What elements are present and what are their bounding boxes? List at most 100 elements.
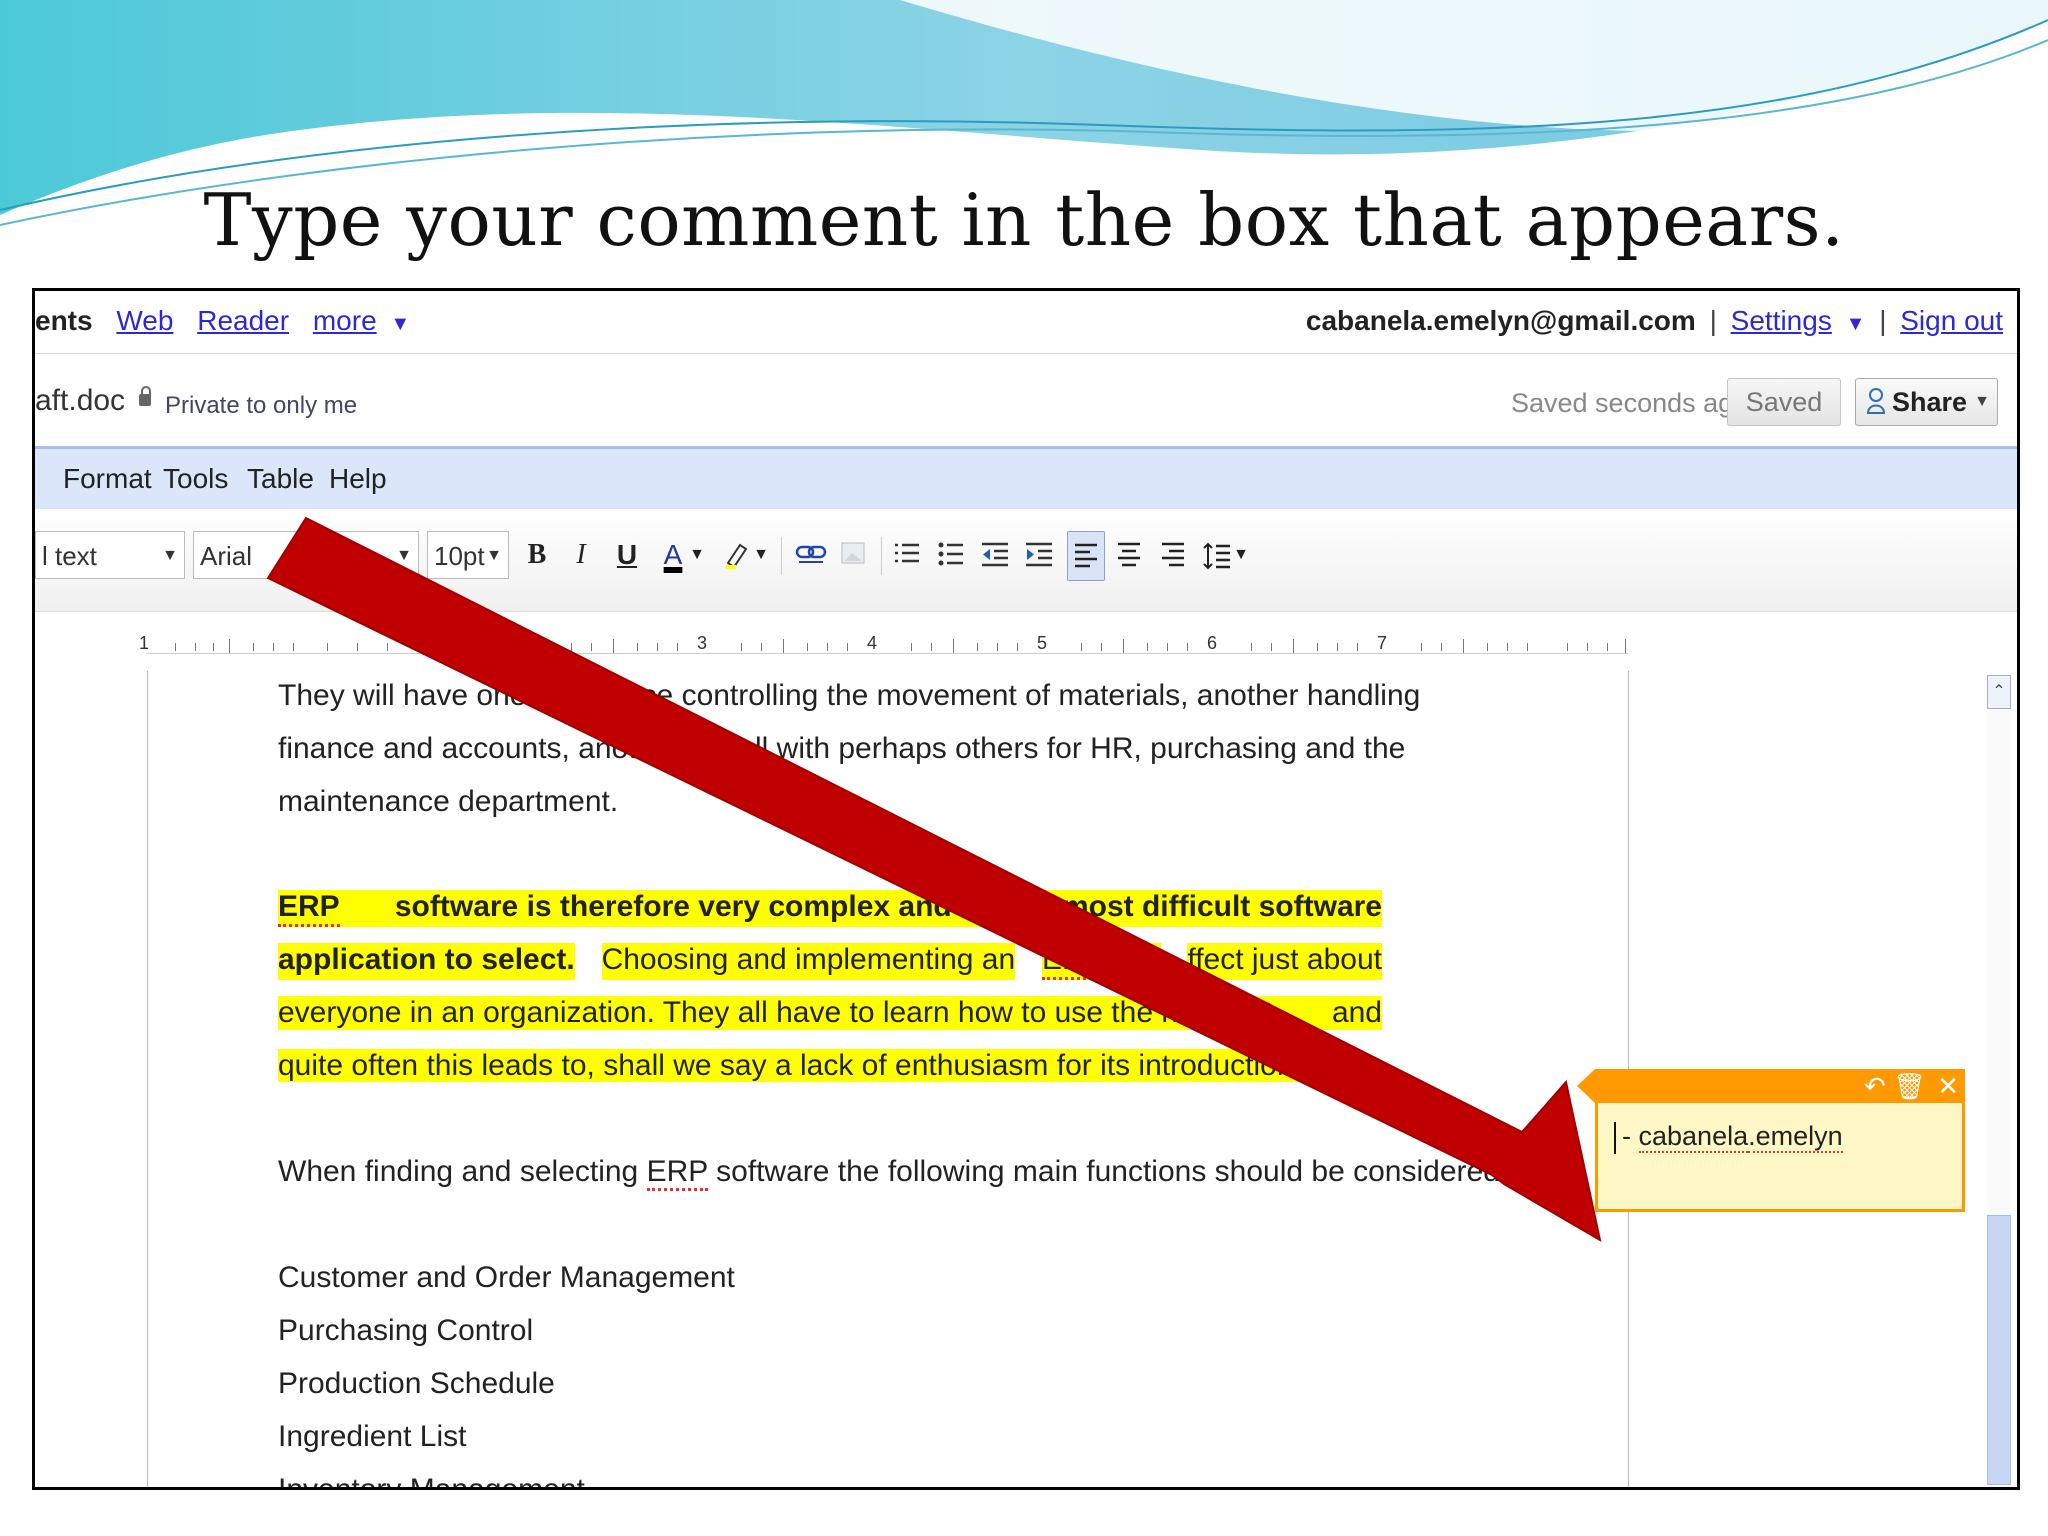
ruler-tick [175, 643, 176, 651]
chevron-down-icon[interactable]: ▼ [687, 531, 707, 579]
ruler-tick [229, 639, 230, 653]
line-spacing-icon[interactable] [1199, 531, 1235, 579]
close-icon[interactable]: ✕ [1937, 1071, 1959, 1101]
numbered-list-icon[interactable] [889, 531, 925, 579]
ruler-tick [1567, 643, 1568, 651]
ruler[interactable]: 1 2 3 4 5 6 7 [139, 633, 1629, 659]
vertical-scrollbar[interactable]: ⌃ [1987, 675, 2011, 1485]
ruler-tick [417, 643, 418, 651]
saved-button[interactable]: Saved [1727, 378, 1841, 426]
link-icon[interactable] [793, 531, 829, 579]
ruler-tick [293, 643, 294, 651]
ruler-tick [1421, 643, 1422, 651]
share-button[interactable]: Share [1855, 378, 1969, 426]
nav-link-web[interactable]: Web [116, 305, 173, 336]
share-dropdown-button[interactable]: ▼ [1967, 378, 1998, 426]
font-value: Arial [200, 541, 253, 571]
document-title-bar: aft.doc Private to only me Saved seconds… [35, 354, 2017, 449]
font-size-value: 10pt [434, 541, 485, 571]
ruler-tick [195, 643, 196, 651]
share-button-label: Share [1892, 387, 1968, 417]
ruler-tick [1271, 643, 1272, 651]
align-left-icon[interactable] [1067, 531, 1105, 581]
menu-item-format[interactable]: Format [63, 463, 152, 495]
menu-item-help[interactable]: Help [329, 463, 387, 495]
paragraph-line: They will have one warehouse controlling… [278, 679, 1420, 713]
font-size-dropdown[interactable]: 10pt ▼ [427, 531, 509, 579]
ruler-number: 4 [867, 633, 878, 653]
highlight-color-icon[interactable] [719, 531, 755, 579]
align-right-icon[interactable] [1155, 531, 1191, 579]
person-icon [1866, 388, 1886, 414]
comment-prefix: - [1622, 1121, 1639, 1151]
ruler-tick [273, 643, 274, 651]
underline-button[interactable]: U [609, 531, 645, 579]
ruler-tick [253, 643, 254, 651]
ruler-number: 3 [697, 633, 708, 653]
menu-item-tools[interactable]: Tools [163, 463, 228, 495]
ruler-tick [911, 643, 912, 651]
chevron-down-icon: ▼ [1974, 393, 1990, 410]
ruler-tick [1081, 643, 1082, 651]
ruler-tick [847, 643, 848, 651]
scrollbar-thumb[interactable] [1987, 1215, 2011, 1485]
text-run: ERP [1042, 943, 1104, 980]
list-item: Production Schedule [278, 1367, 555, 1400]
sign-out-link[interactable]: Sign out [1900, 305, 2003, 336]
chevron-down-icon[interactable]: ▼ [390, 313, 410, 335]
chevron-down-icon[interactable]: ▼ [1231, 531, 1251, 579]
paragraph-line: finance and accounts, another payroll wi… [278, 732, 1405, 766]
ruler-tick [1487, 643, 1488, 651]
ruler-number: 5 [1037, 633, 1048, 653]
bulleted-list-icon[interactable] [933, 531, 969, 579]
comment-author-first: cabanela [1638, 1121, 1749, 1153]
scroll-up-icon[interactable]: ⌃ [1987, 675, 2011, 709]
ruler-tick [1317, 643, 1318, 651]
privacy-status[interactable]: Private to only me [165, 392, 357, 420]
text-run: software the following main functions sh… [716, 1155, 1509, 1188]
ruler-tick [1167, 643, 1168, 651]
increase-indent-icon[interactable] [1021, 531, 1057, 579]
ruler-tick [1147, 643, 1148, 651]
nav-item-documents[interactable]: ents [35, 305, 93, 336]
paragraph-line: maintenance department. [278, 785, 619, 818]
document-name[interactable]: aft.doc [35, 384, 125, 418]
bold-button[interactable]: B [519, 531, 555, 579]
lock-icon [139, 386, 151, 406]
ruler-tick [1187, 643, 1188, 651]
nav-link-reader[interactable]: Reader [197, 305, 289, 336]
settings-link[interactable]: Settings [1731, 305, 1832, 336]
ruler-tick [677, 643, 678, 651]
decrease-indent-icon[interactable] [977, 531, 1013, 579]
ruler-tick [657, 643, 658, 651]
comment-input-box[interactable]: - cabanela.emelyn [1595, 1103, 1965, 1212]
font-color-button[interactable]: A [655, 531, 691, 579]
ruler-tick [213, 643, 214, 651]
image-icon[interactable] [835, 531, 871, 579]
nav-link-more[interactable]: more [313, 305, 377, 336]
text-run: warehouse controlling the movement of ma… [526, 679, 1421, 712]
reply-icon[interactable]: ↶ [1864, 1071, 1886, 1101]
menu-item-table[interactable]: Table [247, 463, 314, 495]
ruler-tick [357, 643, 358, 651]
text-run: Choosing and implementing an [601, 943, 1016, 980]
text-run: ERP [278, 890, 340, 927]
text-run: ffect just about [1187, 943, 1382, 980]
ruler-tick [1527, 643, 1528, 651]
text-run: ERP [646, 1155, 708, 1191]
list-item: Ingredient List [278, 1420, 467, 1453]
comment-text[interactable]: - cabanela.emelyn [1614, 1121, 1843, 1154]
highlighted-line: application to select. Choosing and impl… [278, 943, 1382, 980]
chevron-down-icon: ▼ [162, 547, 178, 564]
font-dropdown[interactable]: Arial ▼ [193, 531, 419, 579]
document-page[interactable]: They will have one warehouse controlling… [147, 671, 1629, 1487]
chevron-down-icon[interactable]: ▼ [1846, 313, 1866, 335]
italic-button[interactable]: I [563, 531, 599, 579]
paragraph-line: When finding and selecting ERP software … [278, 1155, 1509, 1191]
ruler-tick [1587, 643, 1588, 651]
trash-icon[interactable]: 🗑 [1893, 1071, 1926, 1101]
align-center-icon[interactable] [1111, 531, 1147, 579]
toolbar-separator [781, 537, 782, 575]
chevron-down-icon[interactable]: ▼ [751, 531, 771, 579]
style-dropdown[interactable]: l text ▼ [35, 531, 185, 579]
